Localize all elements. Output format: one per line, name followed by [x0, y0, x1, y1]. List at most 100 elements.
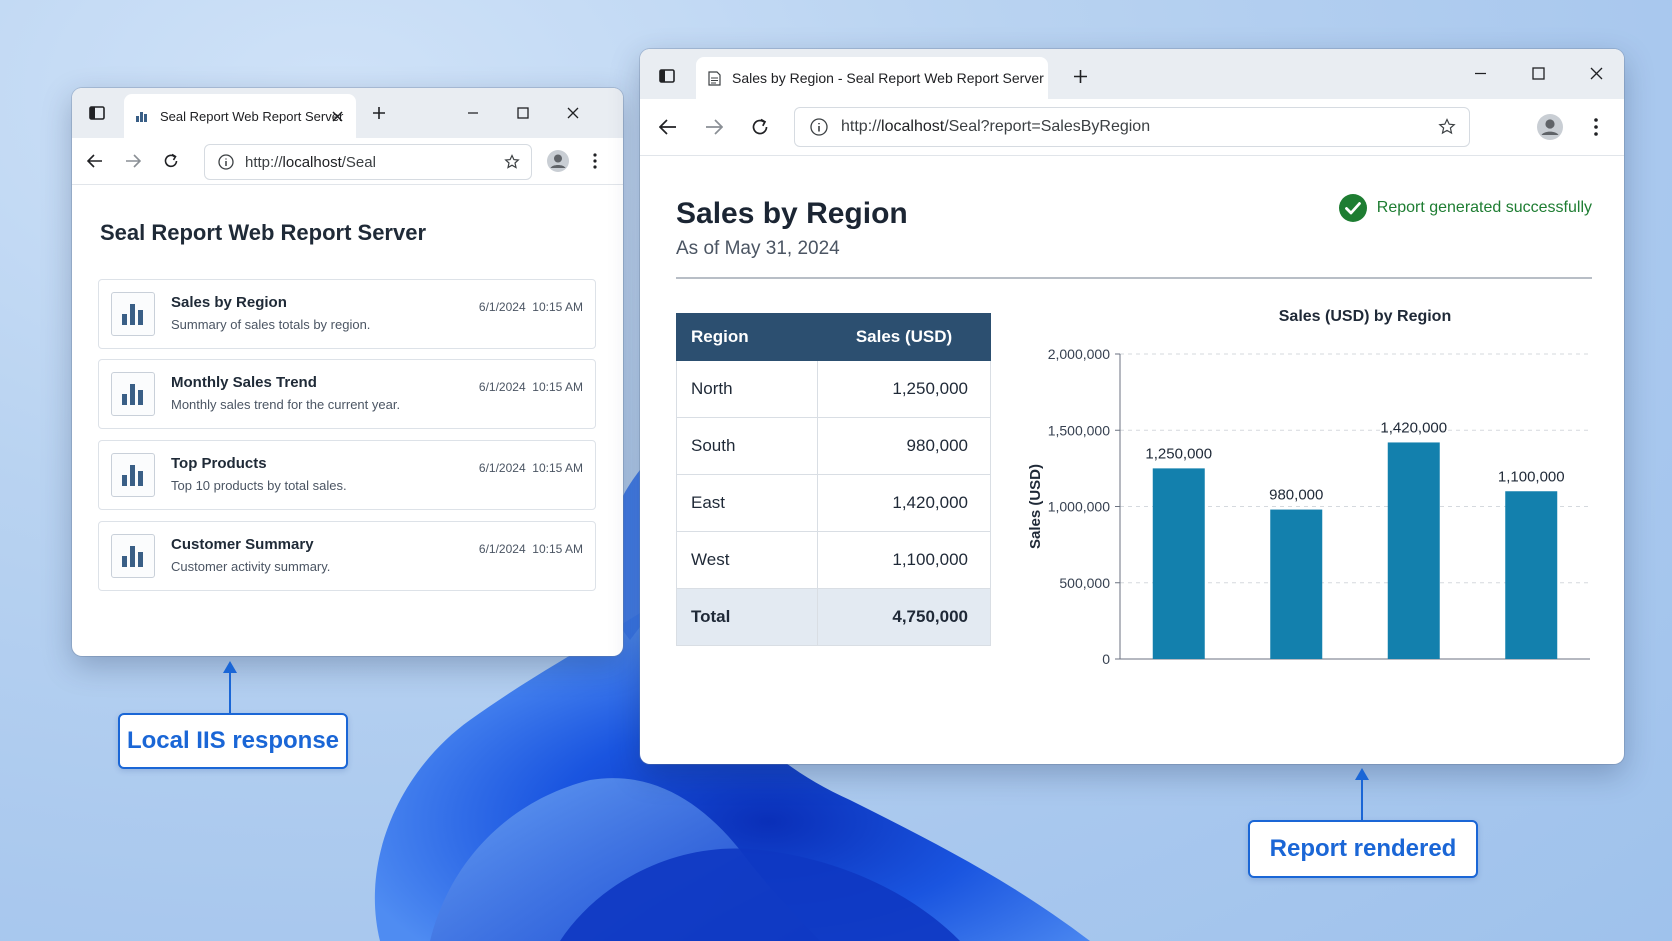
forward-icon[interactable]: [122, 150, 144, 172]
tab-report[interactable]: Sales by Region - Seal Report Web Report…: [696, 57, 1048, 99]
status-text: Report generated successfully: [1376, 199, 1592, 216]
status-message: Report generated successfully: [1338, 194, 1592, 222]
column-header-sales: Sales (USD): [817, 313, 991, 361]
tab-close-icon[interactable]: [328, 107, 346, 125]
site-info-icon[interactable]: [809, 117, 829, 137]
report-timestamp: 6/1/2024 10:15 AM: [478, 300, 583, 314]
report-chart-icon: [111, 292, 155, 336]
tab-actions-icon[interactable]: [86, 102, 108, 124]
tab-server[interactable]: Seal Report Web Report Server: [124, 94, 356, 138]
report-subtitle: As of May 31, 2024: [676, 238, 840, 259]
tab-actions-icon[interactable]: [656, 65, 678, 87]
address-bar[interactable]: http://localhost/Seal?report=SalesByRegi…: [794, 107, 1470, 147]
browser-window-server: Seal Report Web Report Server http://loc…: [72, 88, 623, 656]
y-tick-label: 2,000,000: [1048, 346, 1110, 362]
table-row: West 1,100,000: [676, 531, 991, 589]
maximize-icon[interactable]: [1526, 61, 1550, 85]
window-close-icon[interactable]: [562, 102, 584, 124]
y-tick-label: 1,500,000: [1048, 422, 1110, 438]
report-timestamp: 6/1/2024 10:15 AM: [478, 380, 583, 394]
report-description: Monthly sales trend for the current year…: [171, 397, 401, 412]
table-row: East 1,420,000: [676, 474, 991, 532]
callout-local-iis: Local IIS response: [118, 713, 348, 769]
bar-north: [1152, 468, 1205, 659]
more-menu-icon[interactable]: [584, 150, 606, 172]
report-name: Customer Summary: [171, 536, 314, 553]
bookmark-star-icon[interactable]: [503, 153, 521, 171]
tab-strip: Seal Report Web Report Server: [72, 88, 623, 138]
more-menu-icon[interactable]: [1584, 115, 1608, 139]
callout-line-left: [229, 671, 231, 714]
profile-avatar-icon[interactable]: [1536, 113, 1564, 141]
profile-avatar-icon[interactable]: [546, 149, 570, 173]
report-chart-icon: [111, 372, 155, 416]
bar-east: [1387, 442, 1440, 659]
maximize-icon[interactable]: [512, 102, 534, 124]
report-name: Top Products: [171, 455, 267, 472]
column-header-region: Region: [676, 313, 818, 361]
bookmark-star-icon[interactable]: [1437, 117, 1457, 137]
chart-title: Sales (USD) by Region: [1279, 308, 1451, 325]
table-total-row: Total 4,750,000: [676, 588, 991, 646]
report-timestamp: 6/1/2024 10:15 AM: [478, 542, 583, 556]
y-tick-label: 1,000,000: [1048, 499, 1110, 515]
y-axis-label: Sales (USD): [1027, 464, 1044, 549]
reload-icon[interactable]: [748, 115, 772, 139]
tab-strip: Sales by Region - Seal Report Web Report…: [640, 49, 1624, 99]
callout-report-rendered: Report rendered: [1248, 820, 1478, 878]
window-close-icon[interactable]: [1584, 61, 1608, 85]
data-label: 1,420,000: [1380, 419, 1447, 436]
url-scheme: http://: [245, 153, 283, 171]
sales-table: Region Sales (USD) North 1,250,000 South…: [676, 313, 991, 646]
forward-icon[interactable]: [702, 115, 726, 139]
report-list-item[interactable]: Monthly Sales Trend Monthly sales trend …: [98, 359, 596, 429]
back-icon[interactable]: [84, 150, 106, 172]
minimize-icon[interactable]: [462, 102, 484, 124]
url-path: /Seal?report=SalesByRegion: [944, 118, 1151, 135]
table-row: South 980,000: [676, 417, 991, 475]
tab-title: Sales by Region - Seal Report Web Report…: [732, 70, 1044, 86]
new-tab-icon[interactable]: [1068, 64, 1092, 88]
table-header-row: Region Sales (USD): [676, 313, 991, 361]
data-label: 1,100,000: [1498, 468, 1565, 485]
cell-sales: 1,250,000: [817, 360, 991, 418]
tab-title: Seal Report Web Report Server: [160, 108, 344, 124]
check-circle-icon: [1338, 194, 1367, 222]
report-favicon-icon: [134, 108, 150, 124]
table-row: North 1,250,000: [676, 360, 991, 418]
url-host: localhost: [282, 153, 342, 171]
document-favicon-icon: [706, 70, 722, 86]
cell-sales: 980,000: [817, 417, 991, 475]
url-scheme: http://: [841, 118, 882, 135]
report-name: Monthly Sales Trend: [171, 374, 317, 391]
browser-window-report: Sales by Region - Seal Report Web Report…: [640, 49, 1624, 764]
cell-region: East: [676, 474, 818, 532]
page-title: Seal Report Web Report Server: [100, 220, 427, 245]
report-chart-icon: [111, 534, 155, 578]
cell-sales: 1,100,000: [817, 531, 991, 589]
report-title: Sales by Region: [676, 197, 908, 230]
y-tick-label: 500,000: [1059, 575, 1110, 591]
report-description: Summary of sales totals by region.: [171, 317, 371, 332]
sales-bar-chart: Sales (USD) by Region Sales (USD) 0 500,000…: [1027, 308, 1590, 667]
y-tick-label: 0: [1102, 651, 1110, 667]
cell-region: South: [676, 417, 818, 475]
report-description: Customer activity summary.: [171, 559, 331, 574]
report-description: Top 10 products by total sales.: [171, 478, 347, 493]
data-label: 1,250,000: [1145, 445, 1212, 462]
report-list-item[interactable]: Sales by Region Summary of sales totals …: [98, 279, 596, 349]
reload-icon[interactable]: [160, 150, 182, 172]
total-label: Total: [676, 588, 818, 646]
bar-west: [1505, 491, 1558, 659]
site-info-icon[interactable]: [217, 153, 235, 171]
report-list-item[interactable]: Customer Summary Customer activity summa…: [98, 521, 596, 591]
address-bar[interactable]: http://localhost/Seal: [204, 144, 532, 180]
new-tab-icon[interactable]: [368, 102, 390, 124]
cell-sales: 1,420,000: [817, 474, 991, 532]
back-icon[interactable]: [656, 115, 680, 139]
minimize-icon[interactable]: [1468, 61, 1492, 85]
browser-toolbar: http://localhost/Seal?report=SalesByRegi…: [640, 99, 1624, 156]
total-value: 4,750,000: [817, 588, 991, 646]
report-list-item[interactable]: Top Products Top 10 products by total sa…: [98, 440, 596, 510]
divider: [676, 277, 1592, 279]
